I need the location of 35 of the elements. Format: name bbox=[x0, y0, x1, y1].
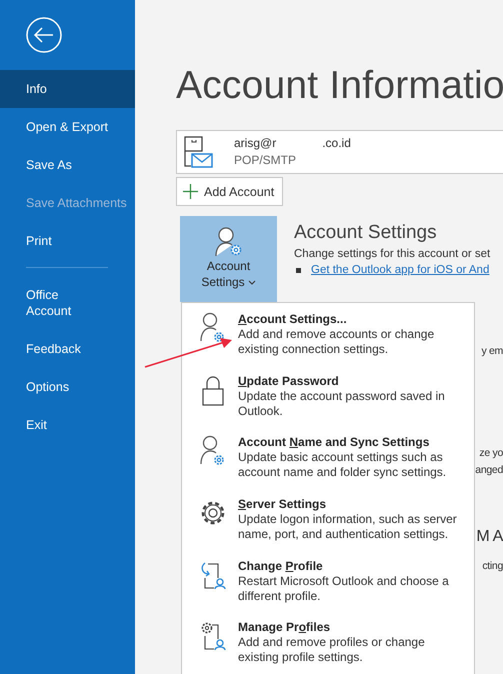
sidebar-item[interactable]: Options bbox=[0, 368, 135, 406]
menu-item[interactable]: Change Profile Restart Microsoft Outlook and choose a different profile. bbox=[182, 558, 474, 620]
outlook-app-link[interactable]: Get the Outlook app for iOS or And bbox=[311, 264, 490, 276]
section-heading: Account Settings bbox=[294, 222, 438, 244]
partial-text: anged bbox=[475, 463, 503, 478]
partial-text: M A bbox=[476, 527, 503, 547]
menu-item[interactable]: Update Password Update the account password saved in Outlook. bbox=[182, 372, 474, 434]
menu-item[interactable]: Server Settings Update logon information, such as server name, port, and authentication settings. bbox=[182, 496, 474, 558]
account-type: POP/SMTP bbox=[234, 152, 298, 169]
sidebar-item[interactable]: Office Account bbox=[0, 276, 135, 330]
add-account-button[interactable]: Add Account bbox=[176, 177, 284, 206]
partial-text: ze yo bbox=[479, 446, 503, 461]
page-title: Account Informatio bbox=[176, 64, 503, 109]
sidebar-item[interactable]: Save As bbox=[0, 146, 135, 184]
menu-item[interactable]: Manage Profiles Add and remove profiles or change existing profile settings. bbox=[182, 619, 474, 674]
account-selector[interactable]: arisg@r .co.id POP/SMTP bbox=[176, 130, 503, 174]
menu-item[interactable]: Account Settings... Add and remove accounts or change existing connection settings. bbox=[182, 311, 474, 373]
mailbox-icon bbox=[184, 136, 214, 168]
sidebar-item[interactable]: Exit bbox=[0, 406, 135, 444]
person-gear-icon bbox=[214, 226, 242, 258]
partial-text: y em bbox=[481, 344, 503, 359]
sidebar-item[interactable]: Print bbox=[0, 222, 135, 260]
sidebar-item[interactable]: Open & Export bbox=[0, 108, 135, 146]
back-icon[interactable] bbox=[26, 17, 62, 53]
sidebar-item[interactable]: Feedback bbox=[0, 330, 135, 368]
partial-text: cting bbox=[482, 559, 503, 574]
account-email: arisg@r bbox=[234, 135, 276, 152]
caret-icon bbox=[248, 280, 256, 286]
sidebar-item[interactable]: Info bbox=[0, 70, 135, 108]
account-settings-button[interactable]: Account Settings bbox=[180, 216, 277, 302]
account-email: .co.id bbox=[322, 135, 351, 152]
menu-item[interactable]: Account Name and Sync Settings Update basic account settings such as account name and folder sync settings. bbox=[182, 434, 474, 496]
plus-icon bbox=[183, 184, 198, 199]
bullet-icon bbox=[296, 268, 301, 272]
section-description: Change settings for this account or set bbox=[294, 248, 490, 260]
